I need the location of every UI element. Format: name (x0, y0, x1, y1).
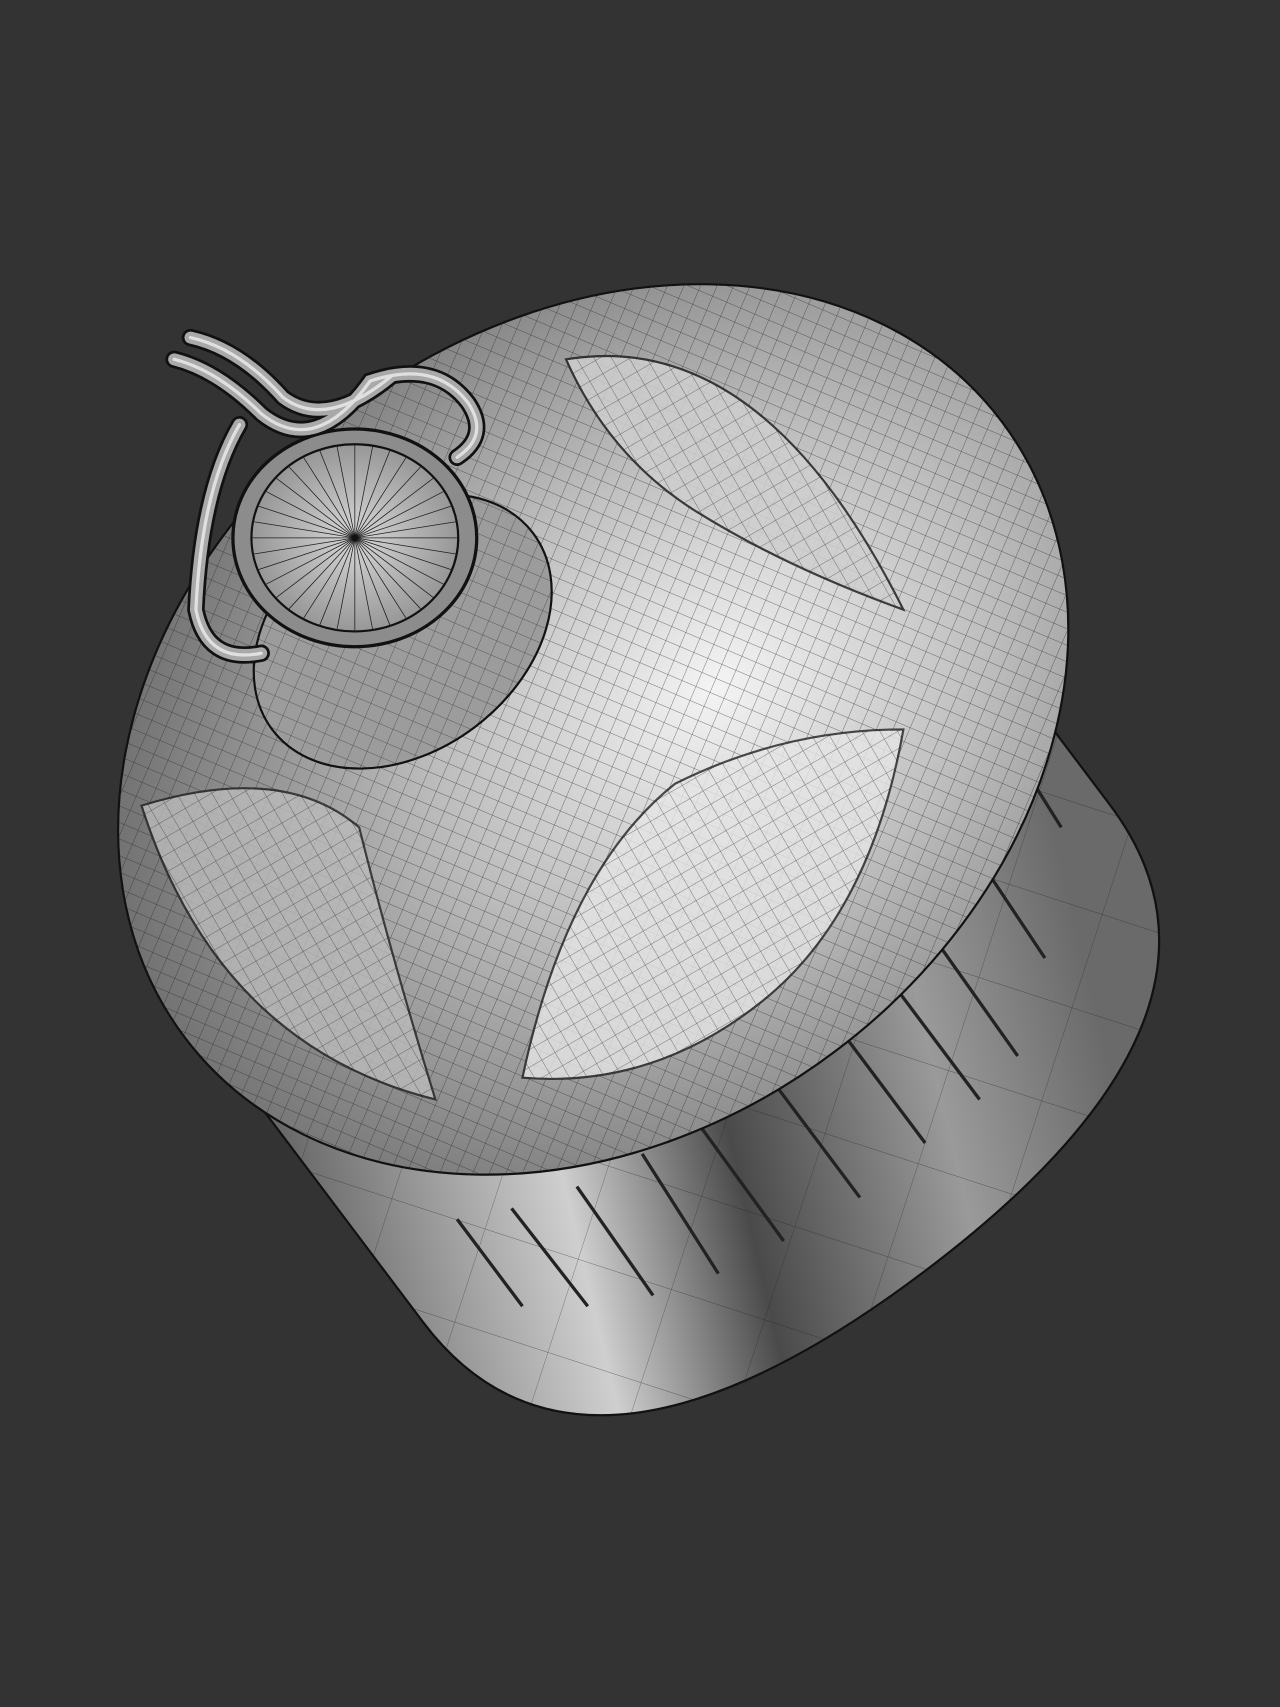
3d-viewport[interactable] (0, 0, 1280, 1707)
jug-cap (231, 427, 479, 649)
